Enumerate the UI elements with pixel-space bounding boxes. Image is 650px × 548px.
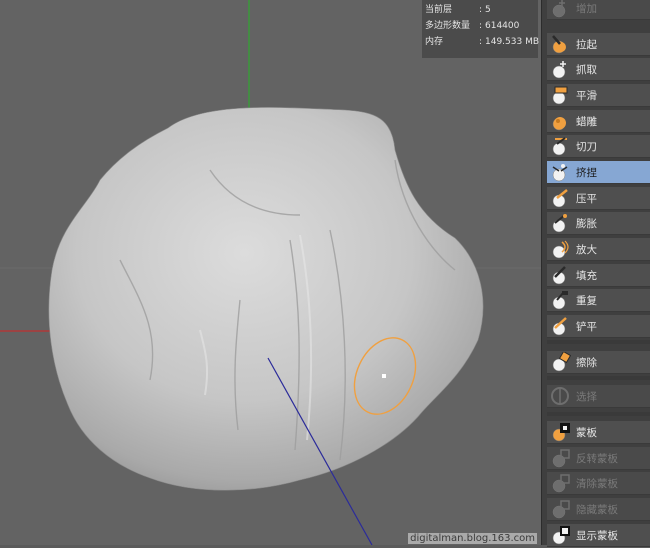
tool-label: 重复 <box>576 294 597 307</box>
tool-label: 挤捏 <box>576 166 597 179</box>
tool-clear-mask: 清除蒙板 <box>547 472 650 495</box>
tool-pull-brush[interactable]: 拉起 <box>547 33 650 56</box>
tool-label: 抓取 <box>576 63 597 76</box>
tool-label: 清除蒙板 <box>576 477 618 490</box>
tool-label: 隐藏蒙板 <box>576 503 618 516</box>
pinch-brush-icon <box>549 162 571 182</box>
tool-group-separator <box>547 412 650 416</box>
stat-value: 5 <box>485 5 491 15</box>
smooth-brush-icon <box>549 85 571 105</box>
tool-scrape-brush[interactable]: 铲平 <box>547 315 650 338</box>
tool-label: 选择 <box>576 390 597 403</box>
fill-brush-icon <box>549 265 571 285</box>
repeat-brush-icon <box>549 290 571 310</box>
erase-brush-icon <box>549 350 572 372</box>
brush-center-point <box>382 374 386 378</box>
stat-key: 多边形数量 <box>425 21 471 31</box>
tool-pinch-brush[interactable]: 挤捏 <box>547 161 650 184</box>
tool-label: 反转蒙板 <box>576 452 618 465</box>
stat-row: 内存:149.533 MB <box>425 34 539 50</box>
tool-knife-brush[interactable]: 切刀 <box>547 135 650 158</box>
tool-label: 放大 <box>576 243 597 256</box>
tool-inflate-brush[interactable]: 膨胀 <box>547 212 650 235</box>
tool-label: 填充 <box>576 269 597 282</box>
stat-row: 当前层:5 <box>425 2 491 18</box>
grab-brush-icon <box>549 59 571 79</box>
tool-label: 擦除 <box>576 356 597 369</box>
viewport[interactable]: 当前层:5 多边形数量:614400 内存:149.533 MB digitalma… <box>0 0 541 545</box>
tool-fill-brush[interactable]: 填充 <box>547 264 650 287</box>
add-brush-icon <box>549 0 571 18</box>
inflate-brush-icon <box>549 213 571 233</box>
tool-show-mask[interactable]: 显示蒙板 <box>547 524 650 547</box>
tool-amplify-brush[interactable]: 放大 <box>547 238 650 261</box>
flatten-brush-icon <box>549 188 571 208</box>
scrape-brush-icon <box>549 316 571 336</box>
tool-label: 铲平 <box>576 320 597 333</box>
stat-value: 614400 <box>485 21 520 31</box>
tool-grab-brush[interactable]: 抓取 <box>547 58 650 81</box>
knife-brush-icon <box>549 136 571 156</box>
scene-stats-panel: 当前层:5 多边形数量:614400 内存:149.533 MB <box>422 0 539 58</box>
tool-hide-mask: 隐藏蒙板 <box>547 498 650 521</box>
stat-value: 149.533 MB <box>485 37 540 47</box>
stat-key: 当前层 <box>425 5 453 15</box>
tool-repeat-brush[interactable]: 重复 <box>547 289 650 312</box>
tool-label: 蒙板 <box>576 426 597 439</box>
amplify-brush-icon <box>549 239 571 259</box>
stat-key: 内存 <box>425 37 444 47</box>
stat-row: 多边形数量:614400 <box>425 18 519 34</box>
hide-mask-icon <box>549 499 571 519</box>
tool-flatten-brush[interactable]: 压平 <box>547 187 650 210</box>
tool-add-brush: 增加 <box>547 0 650 20</box>
tool-select: 选择 <box>547 385 650 408</box>
tool-label: 膨胀 <box>576 217 597 230</box>
wax-brush-icon <box>549 111 571 131</box>
tool-label: 切刀 <box>576 140 597 153</box>
tool-label: 平滑 <box>576 89 597 102</box>
tool-label: 增加 <box>576 2 597 15</box>
tool-label: 拉起 <box>576 38 597 51</box>
tool-label: 压平 <box>576 192 597 205</box>
tool-group-separator <box>547 376 650 380</box>
mask-brush-icon <box>549 422 571 442</box>
invert-mask-icon <box>549 448 571 468</box>
sculpt-tool-palette: 增加拉起抓取平滑蜡雕切刀挤捏压平膨胀放大填充重复铲平擦除选择蒙板反转蒙板清除蒙板… <box>541 0 650 547</box>
select-icon <box>549 386 571 406</box>
watermark: digitalman.blog.163.com <box>408 533 537 544</box>
tool-erase-brush[interactable]: 擦除 <box>547 350 650 374</box>
tool-label: 蜡雕 <box>576 115 597 128</box>
tool-smooth-brush[interactable]: 平滑 <box>547 84 650 107</box>
show-mask-icon <box>549 525 571 545</box>
clear-mask-icon <box>549 473 571 493</box>
pull-brush-icon <box>549 34 571 54</box>
tool-label: 显示蒙板 <box>576 529 618 542</box>
tool-mask-brush[interactable]: 蒙板 <box>547 421 650 444</box>
tool-group-separator <box>547 340 650 344</box>
tool-wax-brush[interactable]: 蜡雕 <box>547 110 650 133</box>
sculpt-object <box>48 107 484 491</box>
sculpt-scene[interactable] <box>0 0 541 545</box>
tool-invert-mask: 反转蒙板 <box>547 447 650 470</box>
